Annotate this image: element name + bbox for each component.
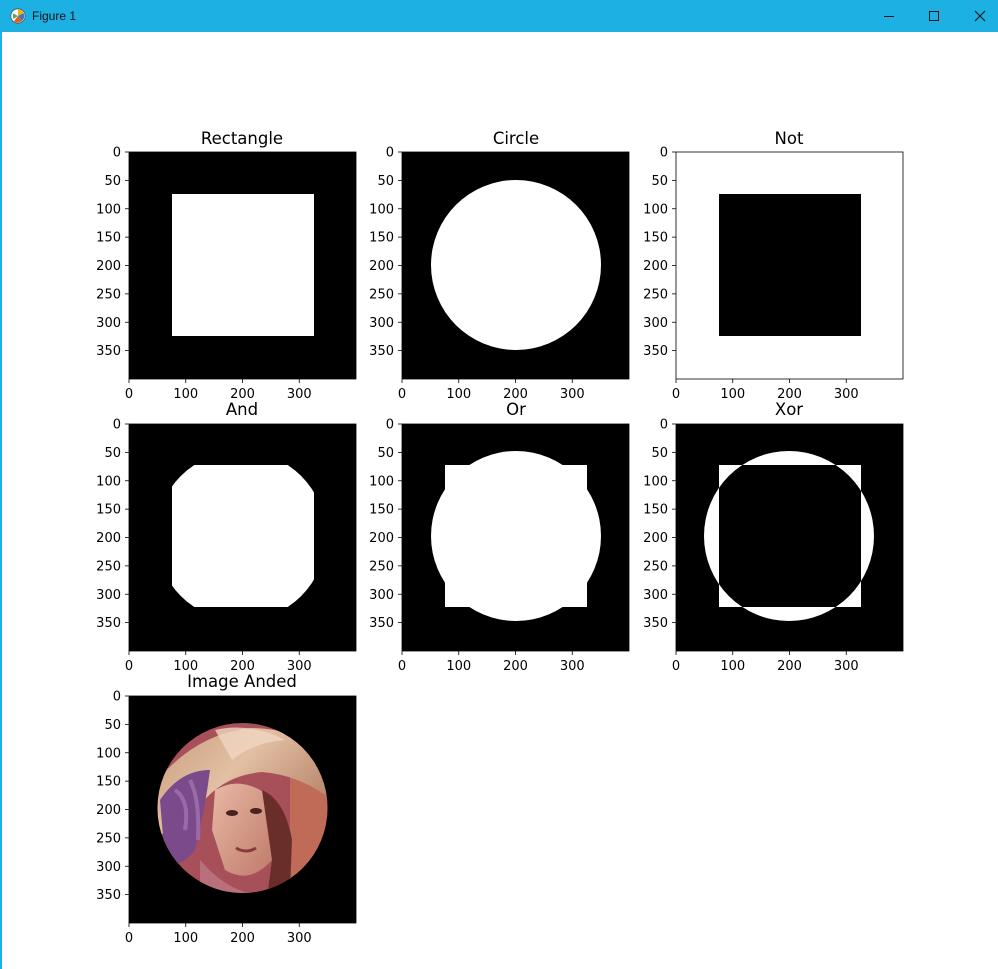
y-tick-label: 200	[369, 531, 394, 546]
x-tick-label: 200	[503, 659, 528, 674]
y-tick-label: 100	[643, 202, 668, 217]
black-rectangle	[719, 194, 861, 336]
x-tick-label: 0	[398, 387, 406, 402]
y-tick-label: 50	[104, 174, 121, 189]
x-tick-label: 0	[672, 387, 680, 402]
white-rectangle	[172, 194, 314, 336]
x-tick-label: 100	[446, 387, 471, 402]
panel-image-anded: Image Anded 0 100 200 300 0 50 100 150 200 250 300…	[96, 672, 357, 946]
x-tick-label: 100	[720, 387, 745, 402]
x-tick-label: 0	[672, 659, 680, 674]
y-tick-label: 100	[369, 474, 394, 489]
y-tick-label: 250	[96, 559, 121, 574]
y-tick-label: 250	[643, 287, 668, 302]
y-tick-label: 350	[643, 344, 668, 359]
x-tick-label: 200	[230, 931, 255, 946]
y-tick-label: 0	[386, 146, 394, 161]
y-tick-label: 200	[643, 531, 668, 546]
y-tick-label: 300	[369, 316, 394, 331]
y-tick-label: 300	[96, 316, 121, 331]
y-tick-label: 50	[651, 174, 668, 189]
y-tick-label: 50	[377, 174, 394, 189]
y-tick-label: 150	[96, 503, 121, 518]
panel-title: Not	[775, 129, 804, 148]
y-tick-label: 50	[377, 446, 394, 461]
panel-circle: Circle 0 100 200 300050100150200250300350	[369, 129, 630, 402]
x-tick-label: 100	[173, 931, 198, 946]
y-tick-label: 50	[104, 718, 121, 733]
x-tick-label: 300	[834, 387, 859, 402]
x-tick-label: 300	[560, 387, 585, 402]
y-tick-label: 300	[96, 588, 121, 603]
y-tick-label: 350	[369, 616, 394, 631]
panel-title: Xor	[775, 400, 803, 419]
y-tick-label: 200	[96, 531, 121, 546]
x-tick-label: 0	[125, 387, 133, 402]
white-circle	[431, 451, 601, 621]
panel-rectangle: Rectangle 0 100 200 30005010015020025030035…	[96, 129, 357, 402]
white-intersection-shape	[172, 465, 314, 607]
y-tick-label: 350	[96, 344, 121, 359]
y-tick-label: 150	[643, 231, 668, 246]
x-tick-label: 300	[287, 931, 312, 946]
y-tick-label: 350	[96, 888, 121, 903]
panel-and: And 0 100 200 300050100150200250300350	[96, 400, 357, 674]
panel-or: Or 0 100 200 300 0 50 100 150 200 250 300 350	[369, 400, 630, 674]
y-tick-label: 150	[369, 503, 394, 518]
y-tick-label: 250	[369, 559, 394, 574]
y-tick-label: 300	[96, 860, 121, 875]
figure-canvas: Rectangle 0 100 200 300 0 50 100 150 200 250 300 35…	[96, 129, 904, 946]
panel-xor: Xor 0 100 200 300 0 50 100 150 200 250 300 350	[643, 400, 904, 674]
y-tick-label: 100	[96, 474, 121, 489]
y-tick-label: 250	[643, 559, 668, 574]
y-tick-label: 0	[113, 418, 121, 433]
y-tick-label: 150	[96, 775, 121, 790]
x-tick-label: 100	[173, 387, 198, 402]
x-tick-label: 200	[777, 659, 802, 674]
y-tick-label: 350	[643, 616, 668, 631]
y-tick-label: 0	[660, 418, 668, 433]
x-tick-label: 100	[720, 659, 745, 674]
y-tick-label: 150	[643, 503, 668, 518]
y-tick-label: 350	[96, 616, 121, 631]
panel-title: Or	[506, 400, 526, 419]
panel-not: Not 0 100 200 300050100150200250300350	[643, 129, 904, 402]
y-tick-label: 50	[651, 446, 668, 461]
y-tick-label: 100	[96, 202, 121, 217]
y-tick-label: 0	[113, 146, 121, 161]
x-tick-label: 100	[446, 659, 471, 674]
y-tick-label: 300	[643, 588, 668, 603]
y-tick-label: 250	[96, 831, 121, 846]
x-tick-label: 300	[560, 659, 585, 674]
y-tick-label: 100	[369, 202, 394, 217]
y-tick-label: 200	[96, 259, 121, 274]
panel-title: And	[226, 400, 258, 419]
panel-title: Circle	[493, 129, 539, 148]
y-tick-label: 200	[369, 259, 394, 274]
x-tick-label: 0	[398, 659, 406, 674]
y-tick-label: 50	[104, 446, 121, 461]
y-tick-label: 0	[113, 690, 121, 705]
y-tick-label: 200	[643, 259, 668, 274]
y-tick-label: 100	[643, 474, 668, 489]
y-tick-label: 0	[386, 418, 394, 433]
x-tick-label: 0	[125, 659, 133, 674]
y-tick-label: 300	[369, 588, 394, 603]
y-tick-label: 250	[96, 287, 121, 302]
y-tick-label: 300	[643, 316, 668, 331]
y-tick-label: 200	[96, 803, 121, 818]
x-tick-label: 0	[125, 931, 133, 946]
white-circle	[431, 180, 601, 350]
y-tick-label: 100	[96, 746, 121, 761]
y-tick-label: 150	[369, 231, 394, 246]
y-tick-label: 350	[369, 344, 394, 359]
panel-title: Rectangle	[201, 129, 283, 148]
y-tick-label: 250	[369, 287, 394, 302]
y-tick-label: 150	[96, 231, 121, 246]
x-tick-label: 300	[834, 659, 859, 674]
y-tick-label: 0	[660, 146, 668, 161]
panel-title: Image Anded	[187, 672, 297, 691]
x-tick-label: 300	[287, 387, 312, 402]
